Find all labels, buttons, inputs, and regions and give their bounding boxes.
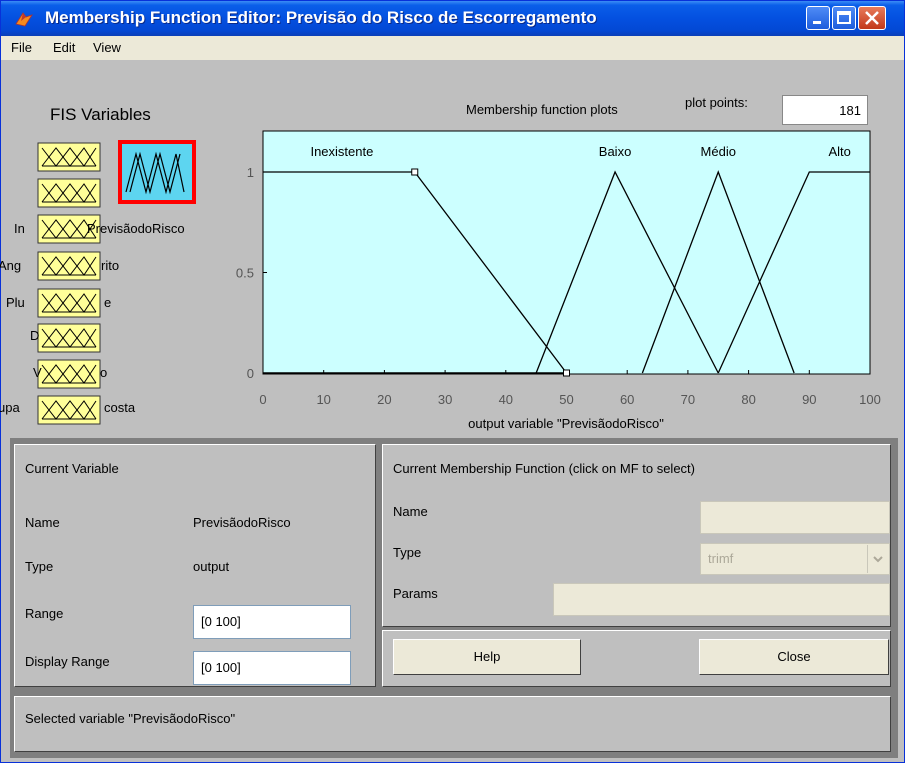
plot-area[interactable] bbox=[262, 130, 871, 375]
display-range-input[interactable]: [0 100] bbox=[193, 651, 351, 685]
mf-label: Inexistente bbox=[310, 144, 373, 159]
mf-type-select[interactable]: trimf bbox=[700, 543, 890, 575]
status-panel: Selected variable "PrevisãodoRisco" bbox=[14, 696, 891, 752]
status-text: Selected variable "PrevisãodoRisco" bbox=[25, 711, 236, 726]
x-tick-label: 0 bbox=[259, 392, 266, 407]
x-tick-label: 50 bbox=[559, 392, 573, 407]
mf-handle[interactable] bbox=[411, 168, 419, 176]
y-tick-label: 1 bbox=[247, 165, 254, 180]
mf-name-label: Name bbox=[393, 504, 428, 519]
mf-type-value: trimf bbox=[708, 551, 734, 566]
current-mf-panel: Current Membership Function (click on MF… bbox=[382, 444, 891, 627]
current-mf-title: Current Membership Function (click on MF… bbox=[393, 461, 695, 476]
x-tick-label: 60 bbox=[620, 392, 634, 407]
x-tick-label: 30 bbox=[438, 392, 452, 407]
dropdown-arrow-icon[interactable] bbox=[867, 545, 888, 573]
mf-params-label: Params bbox=[393, 586, 438, 601]
close-button[interactable]: Close bbox=[699, 639, 889, 675]
cv-display-range-label: Display Range bbox=[25, 654, 110, 669]
y-tick-label: 0.5 bbox=[236, 266, 254, 281]
cv-type-value: output bbox=[193, 559, 230, 574]
mf-handle[interactable] bbox=[563, 369, 570, 377]
cv-type-label: Type bbox=[25, 559, 54, 574]
cv-range-label: Range bbox=[25, 606, 64, 621]
x-tick-label: 70 bbox=[681, 392, 695, 407]
current-variable-title: Current Variable bbox=[25, 461, 119, 476]
button-panel: Help Close bbox=[382, 630, 891, 687]
x-tick-label: 40 bbox=[499, 392, 513, 407]
mf-params-input[interactable] bbox=[553, 583, 890, 616]
cv-name-label: Name bbox=[25, 515, 60, 530]
range-input[interactable]: [0 100] bbox=[193, 605, 351, 639]
x-axis-label: output variable "PrevisãodoRisco" bbox=[468, 416, 664, 431]
current-variable-panel: Current Variable Name PrevisãodoRisco Ty… bbox=[14, 444, 376, 687]
mf-label: Médio bbox=[701, 144, 736, 159]
x-tick-label: 90 bbox=[802, 392, 816, 407]
x-tick-label: 100 bbox=[859, 392, 881, 407]
lower-panel-area: Current Variable Name PrevisãodoRisco Ty… bbox=[10, 438, 898, 758]
x-tick-label: 80 bbox=[741, 392, 755, 407]
cv-name-value: PrevisãodoRisco bbox=[193, 515, 291, 530]
mf-type-label: Type bbox=[393, 545, 422, 560]
x-tick-label: 20 bbox=[377, 392, 391, 407]
y-tick-label: 0 bbox=[247, 366, 254, 381]
mf-label: Baixo bbox=[599, 144, 632, 159]
help-button[interactable]: Help bbox=[393, 639, 581, 675]
membership-function-plot[interactable]: 0 10 20 30 40 50 60 70 80 90 100 0 0.5 1 Inexistente B… bbox=[0, 0, 905, 440]
mf-label: Alto bbox=[828, 144, 850, 159]
x-tick-label: 10 bbox=[316, 392, 330, 407]
mf-name-input[interactable] bbox=[700, 501, 890, 534]
